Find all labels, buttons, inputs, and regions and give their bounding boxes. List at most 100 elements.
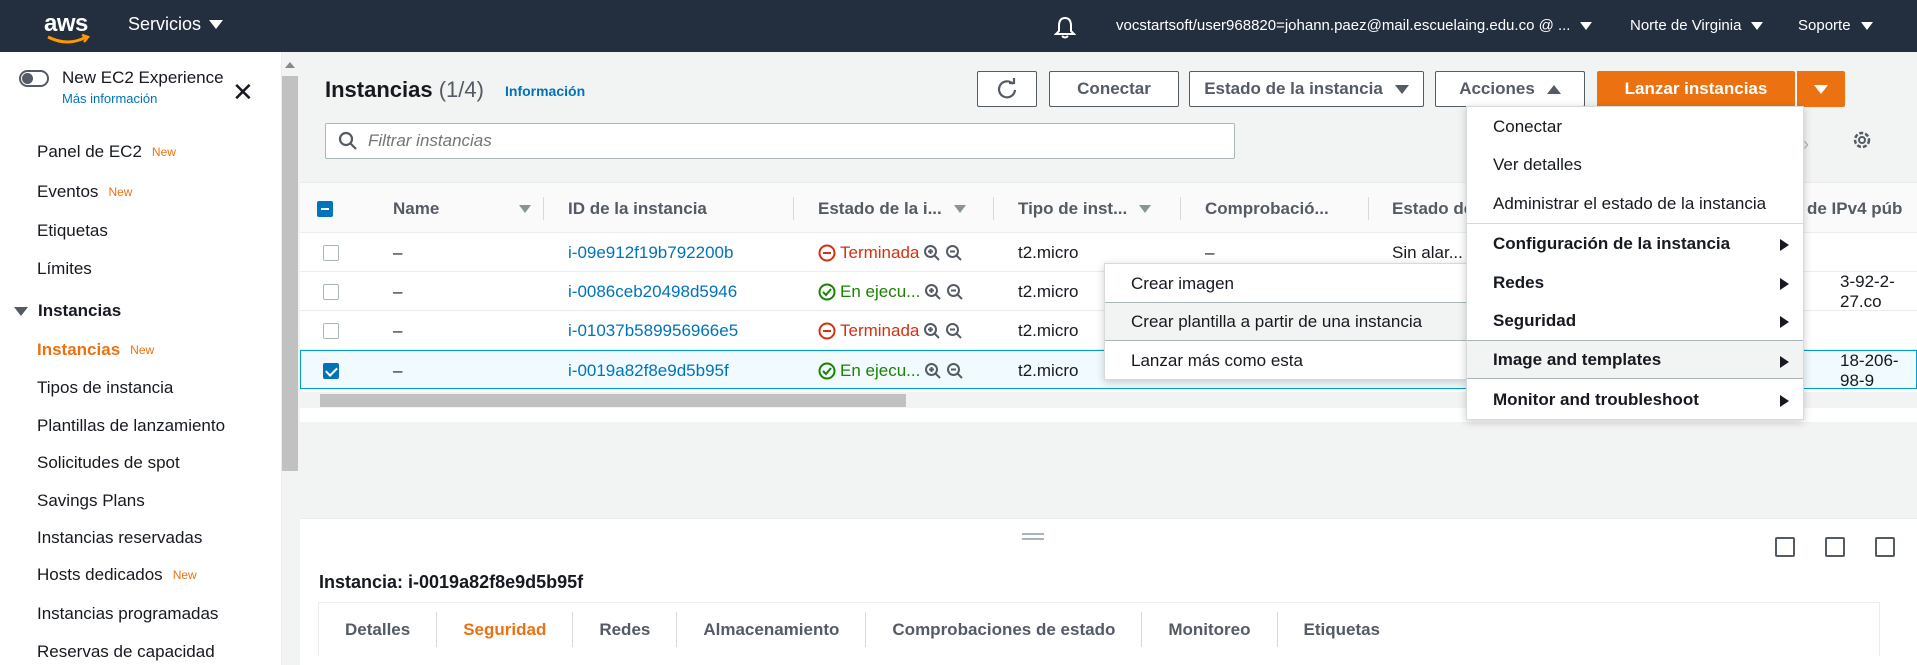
zoom-in-icon[interactable] [923,322,941,340]
menu-item-image-and-templates[interactable]: Image and templates [1467,340,1803,379]
zoom-in-icon[interactable] [924,362,942,380]
actions-button[interactable]: Acciones [1435,71,1585,107]
connect-button[interactable]: Conectar [1049,71,1179,107]
sidebar-item-spot-requests[interactable]: Solicitudes de spot [37,453,180,473]
region-menu[interactable]: Norte de Virginia [1630,17,1764,34]
sort-name-icon[interactable] [507,183,531,234]
tab-security[interactable]: Seguridad [437,612,574,647]
column-header-label: Name [393,198,440,218]
panel-bottom-icon[interactable] [1775,537,1795,557]
column-divider[interactable] [543,197,544,220]
chevron-up-icon [1546,84,1561,94]
zoom-out-icon[interactable] [945,322,963,340]
column-header-type[interactable]: Tipo de inst... [1018,183,1152,234]
tab-monitoring[interactable]: Monitoreo [1142,612,1278,647]
row-checkbox[interactable] [323,322,339,339]
info-link[interactable]: Información [505,83,585,99]
account-menu[interactable]: vocstartsoft/user968820=johann.paez@mail… [1116,17,1593,34]
sidebar-item-instances[interactable]: Instancias New [37,340,154,360]
refresh-button[interactable] [977,71,1037,107]
sidebar-item-events[interactable]: Eventos New [37,182,132,202]
column-header-alarm-status[interactable]: Estado de [1392,183,1473,234]
instance-id-link[interactable]: i-0019a82f8e9d5b95f [568,351,729,390]
sidebar-item-ec2-dashboard[interactable]: Panel de EC2 New [37,142,176,162]
tab-details[interactable]: Detalles [319,612,438,647]
resize-handle[interactable] [1022,533,1044,540]
sidebar-item-capacity-reservations[interactable]: Reservas de capacidad [37,642,215,662]
tab-storage[interactable]: Almacenamiento [677,612,867,647]
column-divider[interactable] [993,197,994,220]
select-all-checkbox[interactable] [317,183,333,234]
scrollbar-thumb[interactable] [320,394,906,407]
column-header-state[interactable]: Estado de la i... [818,183,966,234]
column-header-instance-id[interactable]: ID de la instancia [568,183,707,234]
row-checkbox-checked[interactable] [323,362,339,379]
chevron-down-icon [1751,21,1764,30]
row-checkbox[interactable] [323,244,339,261]
panel-side-icon[interactable] [1825,537,1845,557]
search-input[interactable] [368,131,1218,151]
learn-more-link[interactable]: Más información [62,91,157,106]
launch-options-button[interactable] [1796,71,1845,107]
running-status-icon [818,362,836,379]
scrollbar-thumb[interactable] [282,76,298,471]
scroll-up-icon[interactable] [285,62,295,68]
launch-instances-label: Lanzar instancias [1624,79,1768,98]
zoom-in-icon[interactable] [924,283,942,301]
tab-status-checks[interactable]: Comprobaciones de estado [866,612,1143,647]
launch-instances-button[interactable]: Lanzar instancias [1597,71,1795,107]
tab-tags[interactable]: Etiquetas [1278,612,1407,647]
sidebar-item-limits[interactable]: Límites [37,259,92,279]
zoom-in-icon[interactable] [923,244,941,262]
close-icon[interactable]: ✕ [232,79,254,105]
menu-item-create-template[interactable]: Crear plantilla a partir de una instanci… [1105,302,1466,341]
tab-networking[interactable]: Redes [573,612,678,647]
sidebar-item-dedicated-hosts[interactable]: Hosts dedicados New [37,565,197,585]
sidebar-item-instance-types[interactable]: Tipos de instancia [37,378,173,398]
menu-item-manage-state[interactable]: Administrar el estado de la instancia [1467,184,1803,223]
column-header-name[interactable]: Name [393,183,439,234]
menu-item-networking[interactable]: Redes [1467,263,1803,302]
menu-item-create-image[interactable]: Crear imagen [1105,264,1466,303]
chevron-down-icon [1580,21,1593,30]
menu-item-monitor-and-troubleshoot[interactable]: Monitor and troubleshoot [1467,380,1803,419]
checkbox-indeterminate[interactable] [317,200,333,217]
sidebar-scrollbar[interactable] [282,58,298,665]
sidebar-item-savings-plans[interactable]: Savings Plans [37,491,145,511]
chevron-right-icon [1780,356,1789,368]
services-label: Servicios [128,14,202,34]
column-divider[interactable] [1180,197,1181,220]
column-divider[interactable] [1368,197,1369,220]
cell-state: En ejecu... [818,351,964,390]
bell-icon[interactable] [1054,15,1076,39]
instance-id-link[interactable]: i-01037b589956966e5 [568,311,738,350]
panel-full-icon[interactable] [1875,537,1895,557]
menu-item-instance-settings[interactable]: Configuración de la instancia [1467,224,1803,263]
sidebar-item-reserved-instances[interactable]: Instancias reservadas [37,528,202,548]
support-menu[interactable]: Soporte [1798,17,1873,34]
zoom-out-icon[interactable] [946,362,964,380]
sidebar-item-scheduled-instances[interactable]: Instancias programadas [37,604,218,624]
search-box[interactable] [325,123,1235,159]
column-header-status-check[interactable]: Comprobació... [1205,183,1329,234]
aws-logo[interactable]: aws [44,10,90,44]
instance-state-button[interactable]: Estado de la instancia [1189,71,1424,107]
menu-item-security[interactable]: Seguridad [1467,301,1803,340]
sidebar-item-tags[interactable]: Etiquetas [37,221,108,241]
running-status-icon [818,283,836,300]
menu-item-view-details[interactable]: Ver detalles [1467,145,1803,184]
instance-id-link[interactable]: i-0086ceb20498d5946 [568,272,737,311]
new-experience-toggle[interactable] [19,70,49,87]
sidebar-section-instances[interactable]: Instancias [14,301,121,321]
services-menu[interactable]: Servicios [128,14,224,35]
column-header-public-ipv4[interactable]: de IPv4 púb [1807,183,1902,234]
column-divider[interactable] [793,197,794,220]
gear-icon[interactable] [1850,128,1874,152]
menu-item-connect[interactable]: Conectar [1467,107,1803,146]
zoom-out-icon[interactable] [946,283,964,301]
zoom-out-icon[interactable] [945,244,963,262]
menu-item-launch-more-like-this[interactable]: Lanzar más como esta [1105,341,1466,380]
sidebar-item-launch-templates[interactable]: Plantillas de lanzamiento [37,416,225,436]
instance-id-link[interactable]: i-09e912f19b792200b [568,233,733,272]
row-checkbox[interactable] [323,283,339,300]
